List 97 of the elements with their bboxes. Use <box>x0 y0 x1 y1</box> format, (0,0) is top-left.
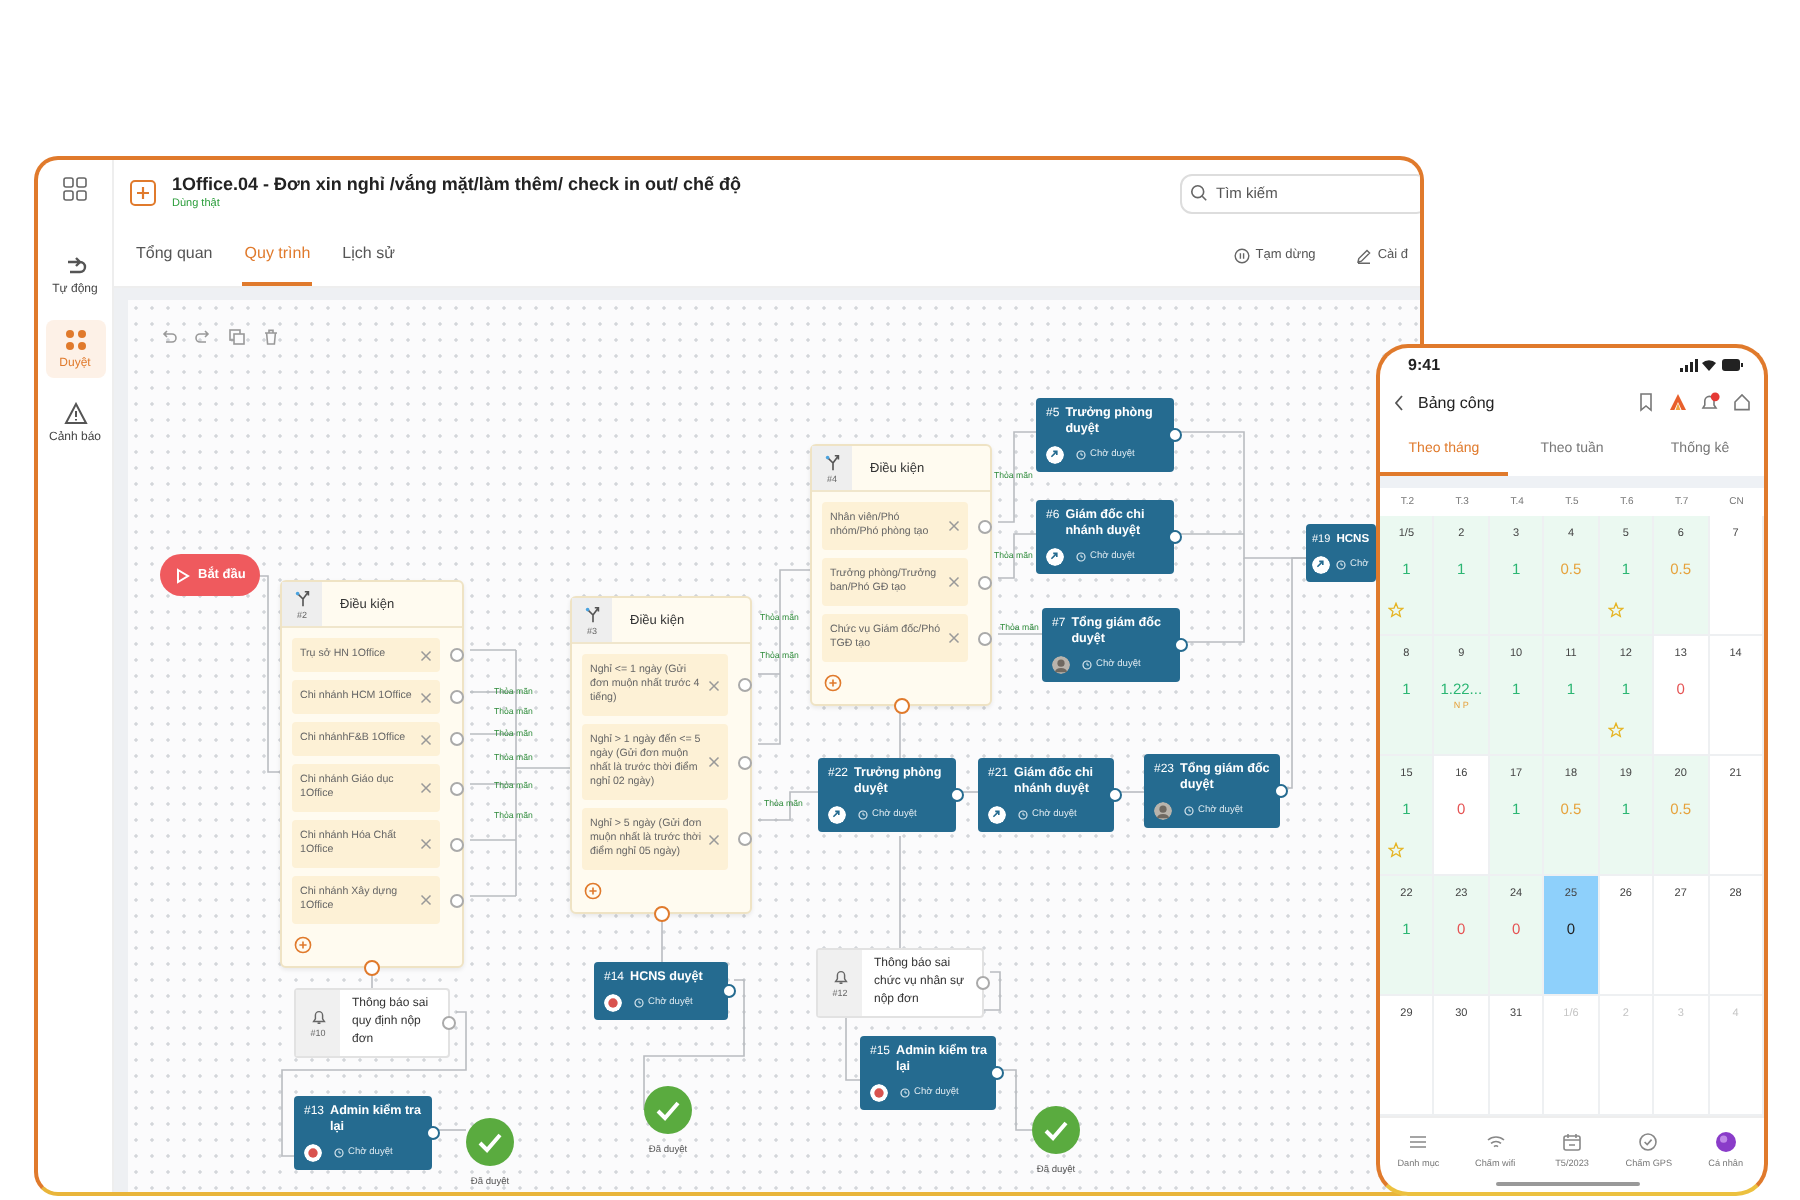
branch-icon <box>583 605 601 623</box>
port-dot[interactable] <box>450 648 464 662</box>
play-icon <box>174 567 190 583</box>
bell-icon <box>831 968 849 986</box>
port-dot[interactable] <box>450 690 464 704</box>
status-icons <box>1680 357 1744 371</box>
close-icon[interactable] <box>708 679 720 691</box>
port-dot[interactable] <box>1167 530 1181 544</box>
warning-icon <box>63 402 87 426</box>
port-dot[interactable] <box>450 837 464 851</box>
bookmark-icon[interactable] <box>1636 392 1656 412</box>
connector-line <box>997 431 1037 523</box>
home-indicator <box>1496 1182 1640 1186</box>
port-dot[interactable] <box>425 1126 439 1140</box>
port-dot[interactable] <box>1167 428 1181 442</box>
port-dot[interactable] <box>978 631 992 645</box>
back-icon[interactable] <box>1392 393 1406 411</box>
port-dot[interactable] <box>441 1016 455 1030</box>
edit-icon <box>1355 247 1372 263</box>
add-icon[interactable] <box>294 936 312 954</box>
port-dot[interactable] <box>893 698 909 714</box>
home-icon[interactable] <box>1732 392 1752 412</box>
port-dot[interactable] <box>989 1066 1003 1080</box>
check-icon <box>1032 1106 1080 1154</box>
process-title: 1Office.04 - Đơn xin nghỉ /vắng mặt/làm thêm/ check in out/ chế độ <box>172 174 743 194</box>
check-icon <box>644 1086 692 1134</box>
bell-icon <box>309 1008 327 1026</box>
port-dot[interactable] <box>975 976 989 990</box>
port-dot[interactable] <box>450 893 464 907</box>
wifi-icon <box>1485 1132 1506 1152</box>
close-icon[interactable] <box>420 733 432 745</box>
redo-icon <box>63 254 87 278</box>
undo-icon[interactable] <box>160 328 178 346</box>
close-icon[interactable] <box>420 691 432 703</box>
close-icon[interactable] <box>420 838 432 850</box>
port-dot[interactable] <box>978 575 992 589</box>
close-icon[interactable] <box>708 756 720 768</box>
tab[interactable]: Lịch sử <box>340 224 397 286</box>
bell-icon[interactable] <box>1700 392 1720 412</box>
port-dot[interactable] <box>1173 638 1187 652</box>
clock-icon <box>858 810 868 820</box>
port-dot[interactable] <box>721 984 735 998</box>
redo-icon[interactable] <box>194 328 212 346</box>
connector-line <box>643 979 745 1111</box>
branch-icon <box>823 453 841 471</box>
clock-icon <box>1076 450 1086 460</box>
port-dot[interactable] <box>450 732 464 746</box>
clock-icon <box>1076 552 1086 562</box>
connector-line <box>997 633 1043 635</box>
connector-line <box>997 533 1037 579</box>
clock-icon <box>1018 810 1028 820</box>
add-icon[interactable] <box>824 674 842 692</box>
close-icon[interactable] <box>948 520 960 532</box>
clock-icon <box>1336 560 1346 570</box>
dots-icon <box>63 328 87 352</box>
close-icon[interactable] <box>420 782 432 794</box>
menu-icon <box>1408 1132 1429 1152</box>
port-dot[interactable] <box>738 832 752 846</box>
clock-icon <box>634 998 644 1008</box>
avatar-icon <box>1715 1132 1736 1152</box>
clock-time: 9:41 <box>1408 355 1441 373</box>
port-dot[interactable] <box>1107 788 1121 802</box>
check-icon <box>466 1118 514 1166</box>
check-circle-icon <box>1638 1132 1659 1152</box>
close-icon[interactable] <box>708 833 720 845</box>
clock-icon <box>1184 806 1194 816</box>
connector-line <box>899 835 901 949</box>
branch-icon <box>293 589 311 607</box>
port-dot[interactable] <box>738 678 752 692</box>
port-dot[interactable] <box>978 519 992 533</box>
clock-icon <box>1082 660 1092 670</box>
close-icon[interactable] <box>420 894 432 906</box>
add-icon[interactable] <box>584 882 602 900</box>
close-icon[interactable] <box>948 576 960 588</box>
connector-line <box>371 971 373 989</box>
port-dot[interactable] <box>949 788 963 802</box>
port-dot[interactable] <box>364 960 380 976</box>
close-icon[interactable] <box>948 632 960 644</box>
clock-icon <box>900 1088 910 1098</box>
copy-icon[interactable] <box>228 328 246 346</box>
trash-icon[interactable] <box>262 328 280 346</box>
port-dot[interactable] <box>738 755 752 769</box>
tab[interactable]: Tổng quan <box>134 224 215 286</box>
connector-line <box>961 791 979 793</box>
connector-line <box>757 791 819 821</box>
port-dot[interactable] <box>450 781 464 795</box>
connector-line <box>1119 791 1145 793</box>
close-icon[interactable] <box>420 649 432 661</box>
port-dot[interactable] <box>1273 784 1287 798</box>
clock-icon <box>334 1148 344 1158</box>
pause-icon <box>1233 247 1250 263</box>
apps-icon[interactable] <box>62 176 88 202</box>
logo-icon[interactable] <box>1668 392 1688 412</box>
screen-title: Bảng công <box>1418 393 1497 411</box>
calendar-icon <box>1562 1132 1583 1152</box>
port-dot[interactable] <box>653 906 669 922</box>
add-icon[interactable] <box>130 179 156 205</box>
